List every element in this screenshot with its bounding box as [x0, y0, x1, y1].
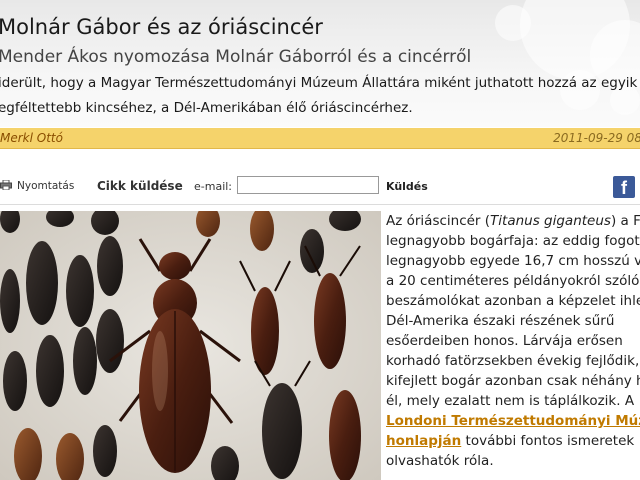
- printer-icon[interactable]: [0, 180, 12, 190]
- body-line: legnagyobb egyede 16,7 cm hosszú vol: [386, 253, 640, 269]
- page-title: Molnár Gábor és az óriáscincér: [0, 15, 323, 39]
- lead-line: iderült, hogy a Magyar Természettudomány…: [0, 75, 638, 91]
- body-line: Dél-Amerika északi részének sűrű: [386, 313, 615, 329]
- decor-bubble: [495, 5, 531, 41]
- article-body: Az óriáscincér (Titanus giganteus) a Fö …: [386, 211, 640, 471]
- homepage-link[interactable]: honlapján: [386, 433, 461, 449]
- author-name[interactable]: Merkl Ottó: [0, 131, 63, 145]
- body-line: olvashatók róla.: [386, 453, 494, 469]
- body-line: Londoni Természettudományi Múzeu: [386, 411, 640, 431]
- body-line: legnagyobb bogárfaja: az eddig fogott: [386, 233, 640, 249]
- divider: [0, 204, 640, 205]
- body-line: honlapján további fontos ismeretek: [386, 431, 640, 451]
- body-line: Az óriáscincér (Titanus giganteus) a Fö: [386, 211, 640, 231]
- page-subtitle: Mender Ákos nyomozása Molnár Gáborról és…: [0, 47, 472, 67]
- body-line: kifejlett bogár azonban csak néhány he: [386, 373, 640, 389]
- email-field[interactable]: [237, 176, 379, 194]
- email-label: e-mail:: [194, 180, 233, 193]
- facebook-icon[interactable]: f: [613, 176, 635, 198]
- body-line: korhadó fatörzsekben évekig fejlődik,: [386, 353, 640, 369]
- send-button[interactable]: Küldés: [386, 180, 428, 193]
- body-text: további fontos ismeretek: [461, 433, 635, 449]
- send-article-link[interactable]: Cikk küldése: [97, 179, 183, 193]
- body-text: ) a Fö: [610, 213, 640, 229]
- print-link[interactable]: Nyomtatás: [17, 180, 74, 192]
- body-line: beszámolókat azonban a képzelet ihlet: [386, 293, 640, 309]
- article-lead: iderült, hogy a Magyar Természettudomány…: [0, 71, 638, 121]
- beetle-collection-photo: [0, 211, 381, 480]
- body-text: Az óriáscincér (: [386, 213, 491, 229]
- body-line: esőerdeiben honos. Lárvája erősen: [386, 333, 623, 349]
- museum-link[interactable]: Londoni Természettudományi Múzeu: [386, 413, 640, 429]
- lead-line: egféltettebb kincséhez, a Dél-Amerikában…: [0, 100, 413, 116]
- species-name: Titanus giganteus: [490, 213, 611, 229]
- author-bar: Merkl Ottó 2011-09-29 08:: [0, 128, 640, 149]
- body-line: a 20 centiméteres példányokról szóló: [386, 273, 640, 289]
- body-line: él, mely ezalatt nem is táplálkozik. A: [386, 393, 635, 409]
- publish-date: 2011-09-29 08:: [553, 131, 640, 145]
